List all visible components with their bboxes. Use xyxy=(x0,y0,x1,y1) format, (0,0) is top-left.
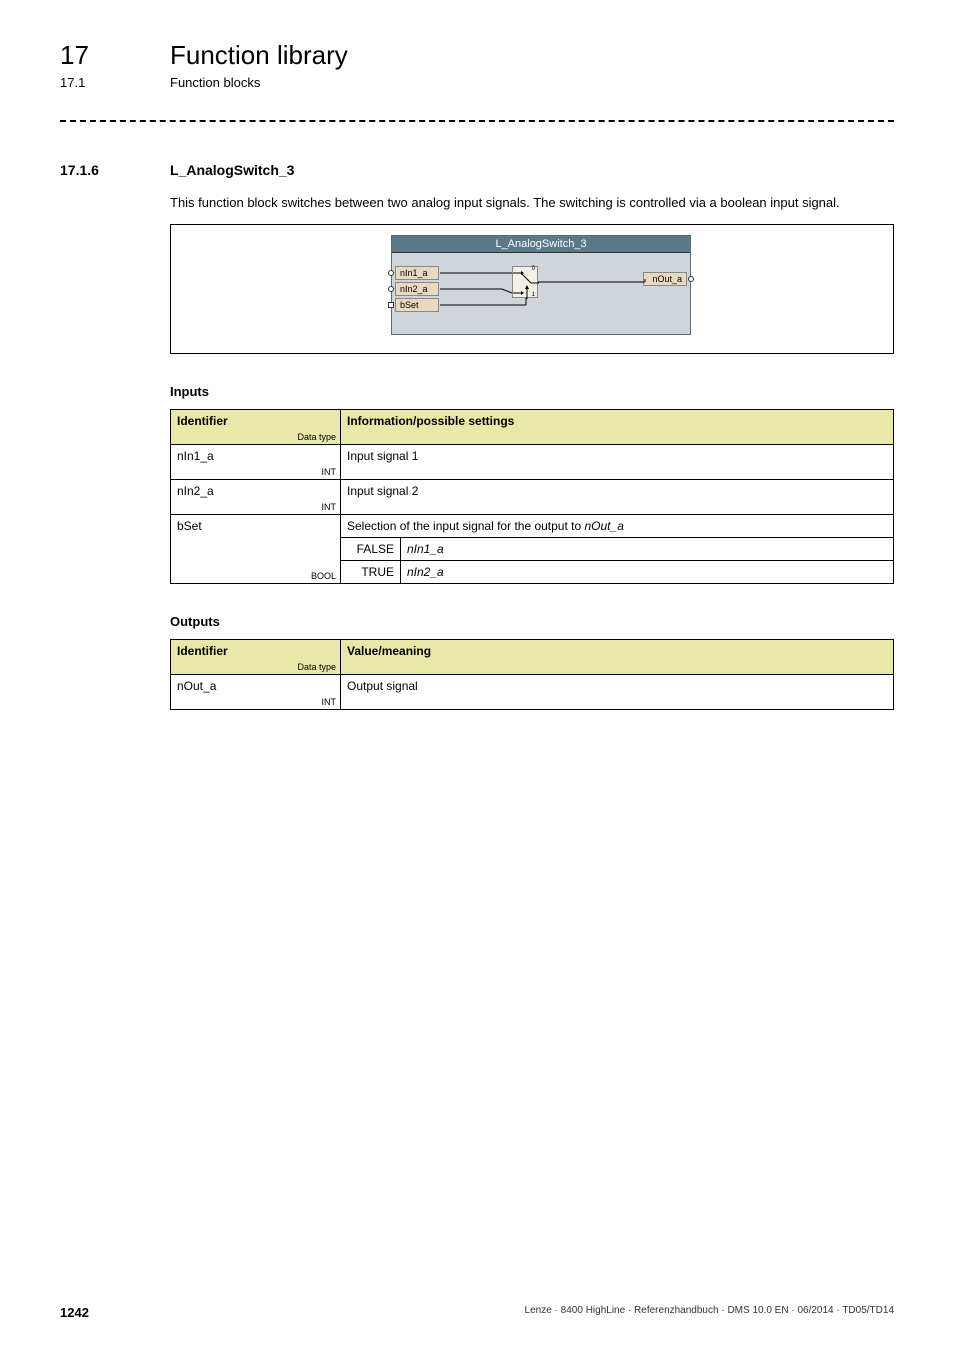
col-info: Value/meaning xyxy=(341,640,894,675)
port-nout: nOut_a xyxy=(643,272,687,286)
col-identifier: Identifier Data type xyxy=(171,640,341,675)
ident-dtype: INT xyxy=(322,502,337,512)
port-bset: bSet xyxy=(395,298,439,312)
col-identifier: Identifier Data type xyxy=(171,410,341,445)
inputs-table: Identifier Data type Information/possibl… xyxy=(170,409,894,584)
switch-symbol: 0 1 xyxy=(512,266,538,298)
header-datatype: Data type xyxy=(297,662,336,672)
header-datatype: Data type xyxy=(297,432,336,442)
inputs-heading: Inputs xyxy=(170,384,894,399)
header-identifier: Identifier xyxy=(177,414,228,428)
cell-identifier: bSet BOOL xyxy=(171,515,341,584)
table-header-row: Identifier Data type Information/possibl… xyxy=(171,410,894,445)
page-number: 1242 xyxy=(60,1305,89,1320)
section-description: This function block switches between two… xyxy=(170,194,894,212)
ident-dtype: INT xyxy=(322,467,337,477)
subchapter-header: 17.1 Function blocks xyxy=(60,75,894,90)
col-info: Information/possible settings xyxy=(341,410,894,445)
ident-name: nIn2_a xyxy=(177,484,214,498)
chapter-header: 17 Function library xyxy=(60,40,894,71)
chapter-number: 17 xyxy=(60,40,130,71)
table-row: bSet BOOL Selection of the input signal … xyxy=(171,515,894,538)
ident-dtype: BOOL xyxy=(311,571,336,581)
table-row: nOut_a INT Output signal xyxy=(171,675,894,710)
cell-desc: nIn1_a xyxy=(401,538,894,561)
ident-name: bSet xyxy=(177,519,202,533)
cell-identifier: nOut_a INT xyxy=(171,675,341,710)
bset-info-italic: nOut_a xyxy=(585,519,624,533)
section-number: 17.1.6 xyxy=(60,162,130,178)
cell-info: Output signal xyxy=(341,675,894,710)
cell-info: Input signal 1 xyxy=(341,445,894,480)
table-row: nIn2_a INT Input signal 2 xyxy=(171,480,894,515)
bset-info-text: Selection of the input signal for the ou… xyxy=(347,519,585,533)
page-footer: 1242 Lenze · 8400 HighLine · Referenzhan… xyxy=(60,1305,894,1320)
function-block: L_AnalogSwitch_3 nIn1_a nIn2_a bSet nOut… xyxy=(391,235,691,335)
outputs-heading: Outputs xyxy=(170,614,894,629)
cell-value: FALSE xyxy=(341,538,401,561)
divider xyxy=(60,120,894,122)
block-diagram: L_AnalogSwitch_3 nIn1_a nIn2_a bSet nOut… xyxy=(170,224,894,354)
connector-icon xyxy=(388,286,394,292)
connector-icon xyxy=(388,270,394,276)
switch-icon xyxy=(513,267,539,299)
function-block-title: L_AnalogSwitch_3 xyxy=(392,236,690,253)
port-nin1: nIn1_a xyxy=(395,266,439,280)
subchapter-number: 17.1 xyxy=(60,75,130,90)
ident-name: nIn1_a xyxy=(177,449,214,463)
footer-text: Lenze · 8400 HighLine · Referenzhandbuch… xyxy=(525,1305,894,1320)
ident-name: nOut_a xyxy=(177,679,216,693)
ident-dtype: INT xyxy=(322,697,337,707)
port-nin2: nIn2_a xyxy=(395,282,439,296)
section-title: L_AnalogSwitch_3 xyxy=(170,162,294,178)
cell-value: TRUE xyxy=(341,561,401,584)
connector-icon xyxy=(388,302,394,308)
chapter-title: Function library xyxy=(170,40,348,71)
table-header-row: Identifier Data type Value/meaning xyxy=(171,640,894,675)
cell-identifier: nIn2_a INT xyxy=(171,480,341,515)
cell-desc: nIn2_a xyxy=(401,561,894,584)
cell-info: Selection of the input signal for the ou… xyxy=(341,515,894,538)
outputs-table: Identifier Data type Value/meaning nOut_… xyxy=(170,639,894,710)
section-header: 17.1.6 L_AnalogSwitch_3 xyxy=(60,162,894,178)
connector-icon xyxy=(688,276,694,282)
cell-info: Input signal 2 xyxy=(341,480,894,515)
table-row: nIn1_a INT Input signal 1 xyxy=(171,445,894,480)
header-identifier: Identifier xyxy=(177,644,228,658)
subchapter-title: Function blocks xyxy=(170,75,260,90)
cell-identifier: nIn1_a INT xyxy=(171,445,341,480)
